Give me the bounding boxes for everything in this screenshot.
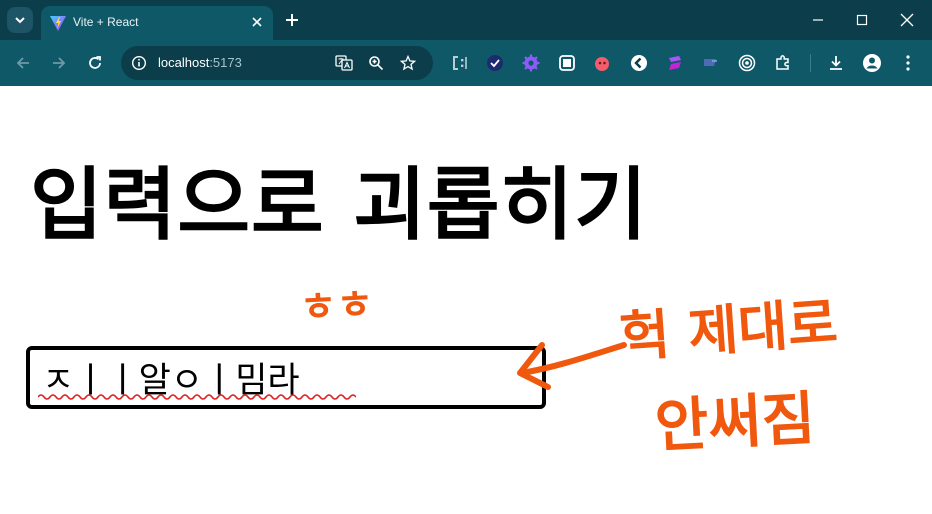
forward-arrow-icon [53, 57, 66, 69]
note-line-1: 헉 제대로 [620, 292, 839, 369]
back-button[interactable] [11, 51, 35, 75]
site-info-button[interactable] [129, 53, 149, 73]
code-extension-icon [453, 56, 467, 70]
forward-button[interactable] [47, 51, 71, 75]
reload-icon [89, 56, 101, 69]
tab-title: Vite + React [73, 15, 139, 29]
extension-tag-icon[interactable] [700, 52, 722, 74]
window-extension-icon [559, 55, 575, 71]
extension-code-icon[interactable] [449, 52, 471, 74]
extension-target-icon[interactable] [736, 52, 758, 74]
handwritten-emoticon: ㅎㅎ [300, 282, 375, 330]
extension-check-icon[interactable] [484, 52, 506, 74]
toolbar-divider [810, 54, 811, 72]
info-icon [131, 55, 147, 71]
target-extension-icon [738, 54, 756, 72]
annotation-arrow [517, 342, 627, 390]
tab-search-button[interactable] [7, 7, 33, 33]
extension-back-icon[interactable] [628, 52, 650, 74]
tab-strip: Vite + React [0, 0, 932, 40]
puzzle-icon [776, 55, 789, 70]
url-port: :5173 [209, 55, 242, 70]
reload-button[interactable] [83, 51, 107, 75]
handwritten-note: 헉 제대로 안써짐 [620, 292, 839, 460]
zoom-button[interactable] [366, 53, 386, 73]
translate-icon [335, 55, 353, 71]
browser-toolbar: localhost:5173 [0, 40, 932, 86]
downloads-button[interactable] [825, 52, 847, 74]
close-icon [252, 17, 262, 27]
kebab-menu-icon [906, 55, 910, 71]
purple-s-extension-icon [669, 56, 681, 70]
minimize-button[interactable] [803, 6, 833, 34]
extension-gear-icon[interactable] [520, 52, 542, 74]
new-tab-button[interactable] [282, 10, 302, 30]
zoom-icon [369, 56, 384, 71]
maximize-button[interactable] [847, 6, 877, 34]
gear-extension-icon [522, 54, 540, 72]
tab-active[interactable]: Vite + React [41, 6, 273, 40]
plus-icon [286, 14, 298, 26]
note-line-2: 안써짐 [653, 384, 816, 460]
extension-purple-icon[interactable] [664, 52, 686, 74]
extensions-button[interactable] [772, 52, 794, 74]
vite-logo-icon [50, 16, 66, 31]
maximize-icon [856, 14, 868, 26]
extension-red-icon[interactable] [591, 52, 613, 74]
chevron-left-extension-icon [631, 55, 647, 71]
url-text[interactable]: localhost:5173 [158, 55, 242, 70]
browser-menu-button[interactable] [897, 52, 919, 74]
tag-extension-icon [704, 59, 717, 66]
emoticon-text: ㅎㅎ [300, 282, 375, 330]
url-host: localhost [158, 55, 210, 70]
back-arrow-icon [16, 57, 29, 69]
red-extension-icon [595, 57, 609, 71]
profile-button[interactable] [861, 52, 883, 74]
star-icon [400, 55, 416, 71]
tab-close-button[interactable] [249, 14, 265, 30]
chevron-down-icon [15, 17, 25, 24]
bookmark-button[interactable] [398, 53, 418, 73]
address-bar[interactable]: localhost:5173 [121, 46, 433, 80]
translate-button[interactable] [334, 53, 354, 73]
checkmark-extension-icon [487, 55, 503, 71]
download-icon [830, 56, 842, 70]
close-icon [900, 13, 914, 27]
spellcheck-squiggle [38, 394, 356, 400]
page-title: 입력으로 괴롭히기 [30, 159, 648, 251]
avatar-icon [863, 54, 881, 72]
extension-window-icon[interactable] [556, 52, 578, 74]
close-window-button[interactable] [892, 6, 922, 34]
minimize-icon [813, 19, 823, 21]
